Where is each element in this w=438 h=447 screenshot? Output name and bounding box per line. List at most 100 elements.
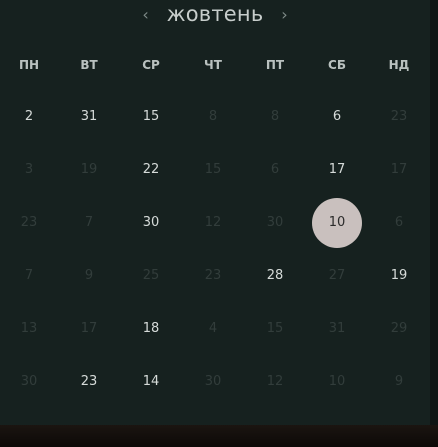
day-cell[interactable]: 30 <box>244 196 306 249</box>
day-cell[interactable]: 29 <box>368 302 430 355</box>
day-cell[interactable]: 31 <box>306 302 368 355</box>
day-cell[interactable]: 17 <box>368 143 430 196</box>
day-cell[interactable]: 17 <box>58 302 120 355</box>
day-number: 8 <box>270 109 280 124</box>
day-number: 30 <box>20 374 38 389</box>
day-grid: 2 31 15 8 8 6 23 3 19 22 15 6 17 17 23 7 30 12 30 10 6 7 9 25 23… <box>0 90 430 408</box>
day-number: 17 <box>390 162 408 177</box>
day-number: 6 <box>270 162 280 177</box>
prev-month-chevron-icon[interactable]: ‹ <box>139 5 153 24</box>
day-number: 10 <box>328 215 346 230</box>
day-number: 3 <box>24 162 34 177</box>
weekday-label: НД <box>388 58 410 72</box>
day-cell[interactable]: 6 <box>306 90 368 143</box>
day-cell[interactable]: 31 <box>58 90 120 143</box>
day-number: 23 <box>20 215 38 230</box>
day-cell[interactable]: 22 <box>120 143 182 196</box>
day-number: 15 <box>266 321 284 336</box>
day-cell[interactable]: 15 <box>120 90 182 143</box>
weekday-header-row: ПН ВТ СР ЧТ ПТ СБ НД <box>0 54 430 76</box>
day-cell[interactable]: 18 <box>120 302 182 355</box>
day-cell[interactable]: 3 <box>0 143 58 196</box>
day-number: 4 <box>208 321 218 336</box>
day-number: 10 <box>328 374 346 389</box>
weekday-label: ВТ <box>80 58 98 72</box>
calendar-panel: ‹ жовтень › ПН ВТ СР ЧТ ПТ СБ НД 2 31 15 8 8… <box>0 0 430 425</box>
day-number: 15 <box>204 162 222 177</box>
day-number: 6 <box>394 215 404 230</box>
weekday-label: СБ <box>328 58 346 72</box>
day-cell[interactable]: 23 <box>58 355 120 408</box>
day-number: 7 <box>24 268 34 283</box>
day-number: 6 <box>332 109 342 124</box>
day-number: 23 <box>204 268 222 283</box>
day-number: 25 <box>142 268 160 283</box>
day-number: 19 <box>390 268 408 283</box>
day-number: 17 <box>80 321 98 336</box>
day-cell[interactable]: 30 <box>120 196 182 249</box>
month-label: жовтень <box>166 2 264 26</box>
day-number: 19 <box>80 162 98 177</box>
day-number: 28 <box>266 268 284 283</box>
day-cell[interactable]: 27 <box>306 249 368 302</box>
day-cell[interactable]: 30 <box>0 355 58 408</box>
day-number: 8 <box>208 109 218 124</box>
day-number: 7 <box>84 215 94 230</box>
day-number: 13 <box>20 321 38 336</box>
day-number: 14 <box>142 374 160 389</box>
day-cell[interactable]: 12 <box>244 355 306 408</box>
day-cell[interactable]: 30 <box>182 355 244 408</box>
day-number: 30 <box>204 374 222 389</box>
bottom-bar <box>0 425 438 447</box>
weekday-label: СР <box>142 58 160 72</box>
panel-edge <box>430 0 438 425</box>
day-number: 23 <box>80 374 98 389</box>
day-number: 31 <box>328 321 346 336</box>
day-number: 29 <box>390 321 408 336</box>
day-cell[interactable]: 13 <box>0 302 58 355</box>
day-cell[interactable]: 23 <box>182 249 244 302</box>
day-cell[interactable]: 8 <box>182 90 244 143</box>
day-cell[interactable]: 7 <box>0 249 58 302</box>
next-month-chevron-icon[interactable]: › <box>277 5 291 24</box>
weekday-label: ПТ <box>265 58 285 72</box>
day-number: 22 <box>142 162 160 177</box>
day-cell[interactable]: 6 <box>244 143 306 196</box>
day-cell[interactable]: 8 <box>244 90 306 143</box>
day-cell[interactable]: 4 <box>182 302 244 355</box>
day-number: 18 <box>142 321 160 336</box>
day-cell[interactable]: 6 <box>368 196 430 249</box>
weekday-label: ЧТ <box>204 58 222 72</box>
day-cell[interactable]: 14 <box>120 355 182 408</box>
weekday-label: ПН <box>18 58 40 72</box>
day-number: 23 <box>390 109 408 124</box>
calendar-header: ‹ жовтень › <box>0 0 430 28</box>
day-number: 9 <box>84 268 94 283</box>
day-number: 9 <box>394 374 404 389</box>
day-cell[interactable]: 10 <box>306 355 368 408</box>
day-cell[interactable]: 28 <box>244 249 306 302</box>
day-number: 30 <box>142 215 160 230</box>
day-cell[interactable]: 7 <box>58 196 120 249</box>
day-number: 15 <box>142 109 160 124</box>
day-number: 12 <box>266 374 284 389</box>
day-cell[interactable]: 23 <box>0 196 58 249</box>
day-number: 2 <box>24 109 34 124</box>
day-cell[interactable]: 25 <box>120 249 182 302</box>
day-cell[interactable]: 19 <box>368 249 430 302</box>
day-cell[interactable]: 15 <box>182 143 244 196</box>
day-cell[interactable]: 2 <box>0 90 58 143</box>
day-number: 31 <box>80 109 98 124</box>
day-cell[interactable]: 15 <box>244 302 306 355</box>
day-cell[interactable]: 9 <box>368 355 430 408</box>
day-cell[interactable]: 9 <box>58 249 120 302</box>
day-number: 30 <box>266 215 284 230</box>
day-cell[interactable]: 19 <box>58 143 120 196</box>
day-cell[interactable]: 12 <box>182 196 244 249</box>
day-cell[interactable]: 17 <box>306 143 368 196</box>
selected-day-cell[interactable]: 10 <box>306 196 368 249</box>
day-number: 27 <box>328 268 346 283</box>
day-number: 12 <box>204 215 222 230</box>
day-number: 17 <box>328 162 346 177</box>
day-cell[interactable]: 23 <box>368 90 430 143</box>
